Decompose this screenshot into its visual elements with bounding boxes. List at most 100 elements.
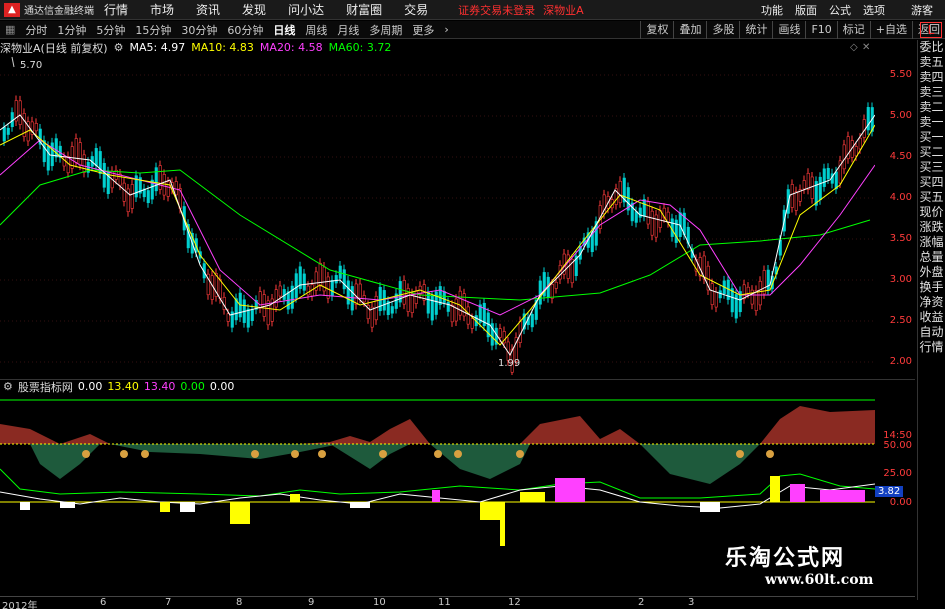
side-panel-item[interactable]: 涨幅: [918, 235, 945, 250]
x-tick: 2: [638, 597, 645, 608]
menu-news[interactable]: 资讯: [196, 1, 220, 18]
side-panel-item[interactable]: 卖一: [918, 115, 945, 130]
candle-body: [642, 199, 646, 217]
candle-body: [166, 181, 170, 197]
indicator-value-2: 13.40: [107, 380, 139, 393]
candle-body: [650, 210, 654, 236]
stock-title: 深物业A(日线 前复权): [0, 41, 108, 55]
candle-body: [718, 290, 722, 299]
app-logo-icon: ▲: [4, 2, 20, 17]
period-30min[interactable]: 30分钟: [176, 22, 222, 38]
period-more[interactable]: 更多: [407, 22, 439, 38]
side-panel-item[interactable]: 买四: [918, 175, 945, 190]
chevron-down-icon[interactable]: ◇: [850, 42, 858, 53]
mark-button[interactable]: 标记: [836, 21, 870, 39]
candle-body: [822, 168, 826, 187]
candle-body: [714, 291, 718, 308]
indicator-tick: 0.00: [889, 497, 912, 508]
menu-market[interactable]: 市场: [150, 1, 174, 18]
period-15min[interactable]: 15分钟: [130, 22, 176, 38]
side-panel-item[interactable]: 委比: [918, 40, 945, 55]
settings-icon[interactable]: ⚙: [3, 380, 13, 393]
candle-body: [262, 294, 266, 317]
menu-discover[interactable]: 发现: [242, 1, 266, 18]
candle-body: [470, 318, 474, 329]
side-panel-item[interactable]: 净资: [918, 295, 945, 310]
grid-icon[interactable]: ▦: [0, 23, 20, 36]
indicator-value-3: 13.40: [143, 380, 176, 393]
candle-body: [250, 309, 254, 321]
ma5-value: MA5: 4.97: [129, 41, 186, 54]
side-panel-item[interactable]: 买二: [918, 145, 945, 160]
x-tick: 12: [508, 597, 521, 608]
side-panel-item[interactable]: 买五: [918, 190, 945, 205]
period-5min[interactable]: 5分钟: [91, 22, 130, 38]
multi-stock-button[interactable]: 多股: [706, 21, 739, 39]
side-panel-item[interactable]: 换手: [918, 280, 945, 295]
candle-body: [274, 289, 278, 308]
green-area: [30, 444, 760, 484]
period-multi[interactable]: 多周期: [364, 22, 407, 38]
period-monthly[interactable]: 月线: [332, 22, 364, 38]
candle-body: [94, 148, 98, 166]
menu-options[interactable]: 选项: [863, 2, 885, 18]
candle-body: [746, 286, 750, 294]
menu-layout[interactable]: 版面: [795, 2, 817, 18]
stats-button[interactable]: 统计: [739, 21, 772, 39]
candle-body: [654, 214, 658, 238]
side-panel-item[interactable]: 收益: [918, 310, 945, 325]
candle-body: [750, 289, 754, 305]
menu-quotes[interactable]: 行情: [104, 1, 128, 18]
menu-formula[interactable]: 公式: [829, 2, 851, 18]
candle-body: [658, 210, 662, 228]
side-panel-item[interactable]: 自动: [918, 325, 945, 340]
candle-body: [162, 174, 166, 196]
menu-wealth[interactable]: 财富圈: [346, 1, 382, 18]
side-panel-item[interactable]: 现价: [918, 205, 945, 220]
side-panel-item[interactable]: 卖二: [918, 100, 945, 115]
candle-body: [326, 276, 330, 299]
candle-body: [446, 302, 450, 312]
close-icon[interactable]: ✕: [862, 42, 870, 53]
side-panel-item[interactable]: 买三: [918, 160, 945, 175]
draw-line-button[interactable]: 画线: [772, 21, 805, 39]
menu-function[interactable]: 功能: [761, 2, 783, 18]
side-panel-item[interactable]: 行情: [918, 340, 945, 355]
candle-body: [454, 298, 458, 322]
side-panel-item[interactable]: 外盘: [918, 265, 945, 280]
period-daily[interactable]: 日线: [268, 22, 300, 38]
indicator-toggle-box[interactable]: L: [920, 22, 942, 38]
menu-trade[interactable]: 交易: [404, 1, 428, 18]
candle-body: [442, 291, 446, 303]
period-intraday[interactable]: 分时: [20, 22, 52, 38]
guest-label[interactable]: 游客: [911, 2, 933, 18]
period-1min[interactable]: 1分钟: [52, 22, 91, 38]
red-area: [0, 406, 875, 444]
ma-info-line: 深物业A(日线 前复权) ⚙ MA5: 4.97 MA10: 4.83 MA20…: [0, 40, 397, 55]
login-warning[interactable]: 证券交易未登录: [458, 2, 535, 18]
add-watchlist-button[interactable]: +自选: [869, 21, 912, 39]
side-panel-item[interactable]: 买一: [918, 130, 945, 145]
candle-body: [50, 142, 54, 167]
high-annotation: 5.70: [20, 60, 43, 71]
menu-ask[interactable]: 问小达: [288, 1, 324, 18]
candlestick-chart[interactable]: [0, 55, 875, 375]
candle-body: [350, 286, 354, 311]
adjust-button[interactable]: 复权: [640, 21, 673, 39]
chevron-right-icon[interactable]: ›: [439, 23, 453, 36]
indicator-name[interactable]: 股票指标网: [18, 379, 73, 395]
overlay-button[interactable]: 叠加: [673, 21, 706, 39]
side-panel-item[interactable]: 卖三: [918, 85, 945, 100]
x-tick: 9: [308, 597, 315, 608]
side-panel-item[interactable]: 涨跌: [918, 220, 945, 235]
candle-body: [550, 283, 554, 299]
settings-icon[interactable]: ⚙: [114, 41, 124, 54]
side-panel-item[interactable]: 卖四: [918, 70, 945, 85]
f10-button[interactable]: F10: [805, 21, 836, 39]
period-weekly[interactable]: 周线: [300, 22, 332, 38]
side-panel-item[interactable]: 总量: [918, 250, 945, 265]
period-60min[interactable]: 60分钟: [222, 22, 268, 38]
candle-body: [258, 291, 262, 309]
candle-body: [154, 167, 158, 192]
side-panel-item[interactable]: 卖五: [918, 55, 945, 70]
